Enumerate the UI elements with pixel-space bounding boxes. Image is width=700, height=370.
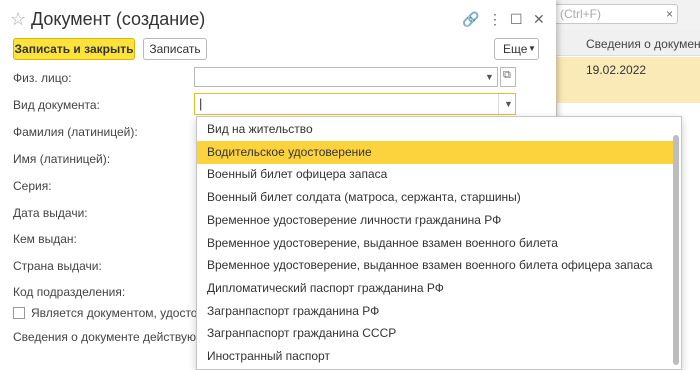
save-button[interactable]: Записать (143, 38, 207, 60)
dropdown-item[interactable]: Дипломатический паспорт гражданина РФ (197, 277, 673, 300)
dropdown-item[interactable]: Загранпаспорт гражданина СССР (197, 322, 673, 345)
dropdown-item[interactable]: Иностранный паспорт (197, 345, 673, 368)
series-label: Серия: (13, 179, 52, 193)
dropdown-item[interactable]: Военный билет солдата (матроса, сержанта… (197, 186, 673, 209)
search-clear-button[interactable]: × (666, 7, 673, 21)
more-label: Еще (503, 42, 528, 56)
identity-checkbox[interactable] (13, 307, 25, 319)
dropdown-item[interactable]: Временное удостоверение личности граждан… (197, 209, 673, 232)
save-and-close-button[interactable]: Записать и закрыть (13, 38, 135, 60)
doc-type-dropdown-list: Вид на жительство Водительское удостовере… (196, 116, 682, 370)
maximize-icon[interactable]: ☐ (510, 11, 523, 28)
valid-from-label: Сведения о документе действуют с: (13, 330, 214, 344)
column-header[interactable]: Сведения о документе (586, 37, 700, 51)
row-date: 19.02.2022 (586, 63, 647, 77)
dropdown-item[interactable]: Военный билет офицера запаса (197, 163, 673, 186)
link-icon[interactable]: 🔗 (462, 11, 479, 28)
more-button[interactable]: Еще ▼ (494, 38, 539, 60)
doc-type-label: Вид документа: (13, 98, 100, 112)
identity-label: Является документом, удостовер (31, 306, 218, 320)
close-icon[interactable]: ✕ (533, 11, 545, 28)
field-divider (498, 94, 499, 114)
lastname-label: Фамилия (латиницей): (13, 125, 138, 139)
country-label: Страна выдачи: (13, 259, 102, 273)
dropdown-item[interactable]: Водительское удостоверение (197, 140, 673, 164)
favorite-star-icon[interactable]: ☆ (10, 9, 26, 30)
text-cursor: | (199, 96, 203, 111)
chevron-down-icon[interactable]: ▼ (485, 72, 494, 82)
person-field[interactable] (194, 67, 498, 87)
open-link-icon: ⧉ (503, 69, 511, 81)
menu-icon[interactable]: ⋮ (488, 11, 502, 28)
list-scrollbar[interactable] (673, 135, 679, 365)
dropdown-item[interactable]: Временное удостоверение, выданное взамен… (197, 232, 673, 255)
dialog-title: Документ (создание) (31, 9, 206, 29)
dropdown-item[interactable]: Загранпаспорт гражданина РФ (197, 300, 673, 323)
dropdown-item[interactable]: Вид на жительство (197, 118, 673, 141)
person-label: Физ. лицо: (13, 71, 72, 85)
doc-type-dropdown-icon[interactable]: ▼ (504, 99, 513, 109)
issue-date-label: Дата выдачи: (13, 206, 88, 220)
search-placeholder: (Ctrl+F) (560, 7, 601, 21)
dropdown-item[interactable]: Временное удостоверение, выданное взамен… (197, 254, 673, 277)
firstname-label: Имя (латиницей): (13, 152, 111, 166)
chevron-down-icon: ▼ (528, 44, 536, 53)
dept-code-label: Код подразделения: (13, 285, 126, 299)
issued-by-label: Кем выдан: (13, 232, 77, 246)
doc-type-field[interactable] (194, 93, 516, 115)
